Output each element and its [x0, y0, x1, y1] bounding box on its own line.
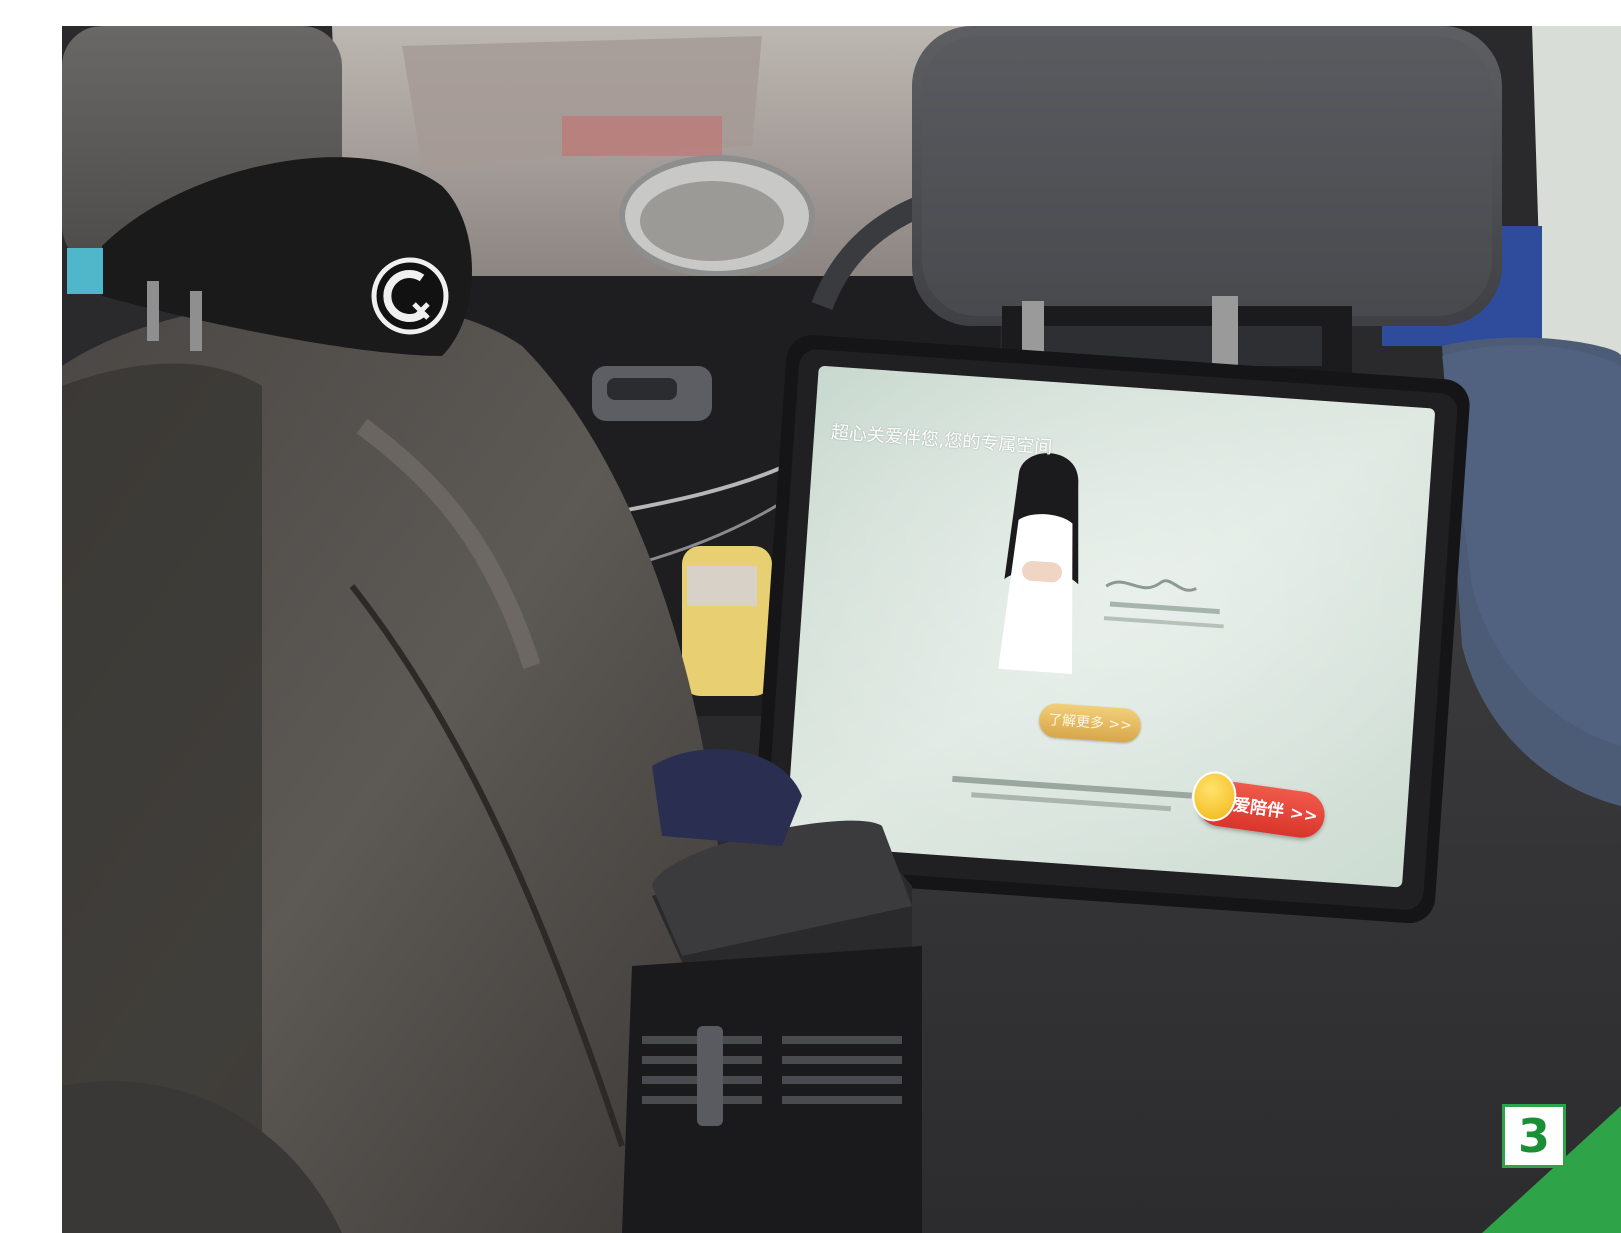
- tablet-learn-more-button[interactable]: 了解更多 >>: [1037, 702, 1143, 744]
- brand-logo-icon: [371, 257, 449, 335]
- tablet-chat-label: 爱陪伴 >>: [1231, 795, 1320, 827]
- car-interior-photo: 超心关爱伴您,您的专属空间 了解更多 >> 爱陪伴 >>: [62, 26, 1621, 1233]
- page-number-badge: 3: [1502, 1104, 1566, 1168]
- car-interior-illustration: [62, 26, 1621, 1233]
